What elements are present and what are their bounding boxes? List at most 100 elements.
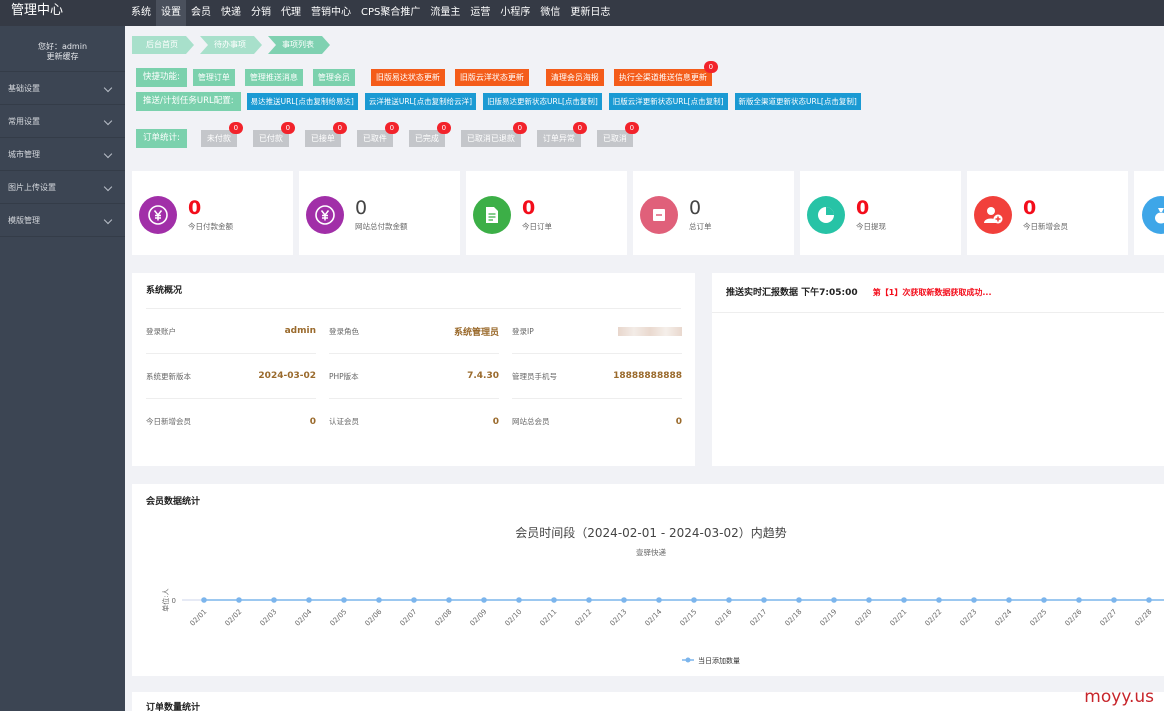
push-url-button[interactable]: 旧版云洋更新状态URL[点击复制]	[608, 93, 728, 110]
chevron-down-icon	[103, 215, 113, 225]
data-point	[376, 597, 382, 603]
stat-value: 0	[1023, 197, 1037, 219]
push-url-button[interactable]: 易达推送URL[点击复制给易达]	[246, 93, 358, 110]
topnav-item[interactable]: 小程序	[495, 0, 535, 26]
topnav-item[interactable]: 流量主	[425, 0, 465, 26]
data-point	[236, 597, 242, 603]
quick-functions: 快捷功能: 管理订单 管理推送消息 管理会员 旧版易达状态更新 旧版云洋状态更新…	[136, 61, 722, 87]
push-url-button[interactable]: 旧版易达更新状态URL[点击复制]	[483, 93, 602, 110]
order-status-button[interactable]: 已付款 0	[252, 122, 295, 147]
order-status-button[interactable]: 未付款 0	[200, 122, 243, 147]
info-value: 18888888888	[613, 371, 682, 381]
order-status-label: 已取件	[362, 134, 387, 143]
info-value: 0	[309, 416, 316, 427]
data-point	[446, 597, 452, 603]
info-cell: 系统更新版本 2024-03-02	[146, 354, 316, 399]
topnav-item[interactable]: 代理	[276, 0, 306, 26]
sidebar-item[interactable]: 城市管理	[0, 138, 125, 171]
data-point	[831, 597, 837, 603]
topnav-item[interactable]: 更新日志	[565, 0, 615, 26]
info-key: 认证会员	[329, 417, 359, 426]
stat-value: 0	[522, 197, 536, 219]
breadcrumb-home[interactable]: 后台首页	[132, 36, 194, 54]
info-cell: 登录IP	[512, 309, 682, 354]
info-value: admin	[284, 326, 316, 336]
breadcrumb-list[interactable]: 事项列表	[268, 36, 330, 54]
info-cell: 今日新增会员 0	[146, 399, 316, 444]
all-channel-update-button[interactable]: 执行全渠道推送信息更新 0	[613, 61, 718, 86]
topnav-item[interactable]: 分销	[246, 0, 276, 26]
money-bag-icon	[1142, 196, 1164, 234]
sidebar-item[interactable]: 常用设置	[0, 105, 125, 138]
data-point	[971, 597, 977, 603]
refresh-cache-link[interactable]: 更新缓存	[0, 52, 125, 62]
topnav-item[interactable]: 快递	[216, 0, 246, 26]
data-point	[271, 597, 277, 603]
x-tick-label: 02/24	[993, 607, 1013, 627]
watermark: moyy.us	[1084, 687, 1154, 707]
manage-orders-button[interactable]: 管理订单	[192, 69, 235, 86]
order-status-label: 已取消已退款	[466, 134, 515, 143]
stat-card-partial	[1134, 171, 1164, 255]
count-badge: 0	[332, 122, 347, 134]
order-count-title: 订单数量统计	[146, 703, 201, 711]
sidebar-item[interactable]: 模版管理	[0, 204, 125, 237]
order-status-button[interactable]: 已完成 0	[408, 122, 451, 147]
old-yunyang-update-button[interactable]: 旧版云洋状态更新	[454, 69, 529, 86]
info-key: 管理员手机号	[512, 371, 557, 381]
order-status-label: 订单异常	[542, 134, 575, 143]
info-value: 0	[492, 416, 499, 427]
manage-members-button[interactable]: 管理会员	[312, 69, 355, 86]
topnav-item[interactable]: 设置	[156, 0, 186, 26]
sidebar-item-label: 常用设置	[8, 117, 40, 126]
order-status-button[interactable]: 已接单 0	[304, 122, 347, 147]
info-cell: 登录账户 admin	[146, 309, 316, 354]
x-tick-label: 02/20	[853, 608, 873, 628]
x-tick-label: 02/03	[258, 608, 278, 628]
push-url-label: 推送/计划任务URL配置:	[136, 92, 241, 111]
data-point	[866, 597, 872, 603]
data-point	[551, 597, 557, 603]
x-tick-label: 02/01	[188, 608, 208, 628]
clear-poster-button[interactable]: 清理会员海报	[545, 69, 604, 86]
sidebar-item[interactable]: 基础设置	[0, 72, 125, 105]
topnav-item[interactable]: 运营	[465, 0, 495, 26]
topnav-item[interactable]: 会员	[186, 0, 216, 26]
manage-push-button[interactable]: 管理推送消息	[244, 69, 303, 86]
x-tick-label: 02/09	[468, 608, 488, 628]
topnav-item[interactable]: 营销中心	[306, 0, 356, 26]
x-tick-label: 02/26	[1063, 607, 1083, 627]
topnav-item[interactable]: 微信	[535, 0, 565, 26]
info-row: 登录账户 admin 登录角色 系统管理员 登录IP	[146, 309, 682, 354]
data-point	[1146, 597, 1152, 603]
push-url-button[interactable]: 云洋推送URL[点击复制给云洋]	[364, 93, 477, 110]
x-tick-label: 02/05	[328, 608, 348, 628]
order-status-button[interactable]: 已取消 0	[596, 122, 639, 147]
sidebar-item-label: 模版管理	[8, 216, 40, 225]
top-bar: 管理中心 系统 设置 会员 快递 分销 代理 营销中心 CPS聚合推广 流量主 运营 小程序 微信 更新…	[0, 0, 1164, 26]
topnav-item[interactable]: 系统	[126, 0, 156, 26]
count-badge: 0	[384, 122, 399, 134]
stat-label: 今日新增会员	[1023, 222, 1068, 231]
topnav-item[interactable]: CPS聚合推广	[356, 0, 425, 26]
ip-value-blurred	[618, 326, 682, 336]
data-point	[936, 597, 942, 603]
sidebar-item[interactable]: 图片上传设置	[0, 171, 125, 204]
stat-card: 0 今日新增会员	[967, 171, 1128, 255]
info-value: 2024-03-02	[258, 371, 316, 381]
x-tick-label: 02/17	[748, 608, 768, 628]
add-user-icon	[974, 196, 1012, 234]
breadcrumb-todo[interactable]: 待办事项	[200, 36, 262, 54]
order-status-button[interactable]: 已取件 0	[356, 122, 399, 147]
order-status-button[interactable]: 订单异常 0	[536, 122, 587, 147]
order-status-label: 未付款	[206, 134, 231, 143]
info-value: 7.4.30	[467, 371, 499, 381]
old-yida-update-button[interactable]: 旧版易达状态更新	[370, 69, 445, 86]
sidebar-item-label: 城市管理	[8, 150, 40, 159]
data-point	[656, 597, 662, 603]
x-tick-label: 02/13	[608, 608, 628, 628]
data-point	[1041, 597, 1047, 603]
order-status-button[interactable]: 已取消已退款 0	[460, 122, 527, 147]
push-url-button[interactable]: 新版全渠道更新状态URL[点击复制]	[734, 93, 861, 110]
x-tick-label: 02/04	[293, 607, 313, 627]
